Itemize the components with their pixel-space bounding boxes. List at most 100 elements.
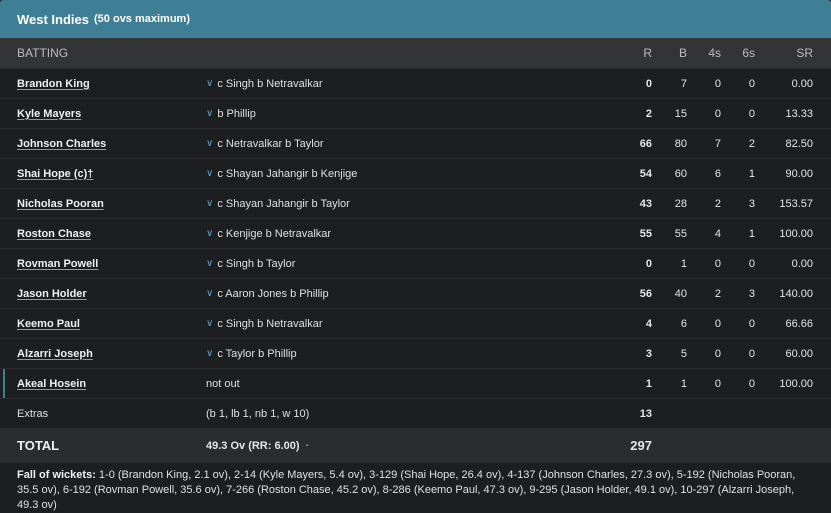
total-label: TOTAL	[17, 438, 60, 453]
batter-row: Johnson Charles ∨ c Netravalkar b Taylor 66…	[0, 128, 831, 158]
chevron-down-icon[interactable]: ∨	[206, 138, 213, 149]
chevron-down-icon[interactable]: ∨	[206, 258, 213, 269]
dismissal-toggle[interactable]: ∨ c Shayan Jahangir b Kenjige	[206, 168, 357, 180]
batter-name-link[interactable]: Alzarri Joseph	[17, 348, 93, 360]
dismissal-text: c Aaron Jones b Phillip	[217, 287, 329, 300]
total-overs: 49.3 Ov (RR: 6.00) ·	[206, 440, 309, 452]
extras-label: Extras	[17, 407, 49, 420]
runs: 56	[639, 287, 652, 300]
sixes: 3	[748, 287, 755, 300]
dismissal-toggle[interactable]: ∨ c Singh b Taylor	[206, 258, 295, 270]
chevron-down-icon[interactable]: ∨	[206, 198, 213, 209]
batter-row: Nicholas Pooran ∨ c Shayan Jahangir b Tayl…	[0, 188, 831, 218]
dismissal-toggle[interactable]: ∨ c Netravalkar b Taylor	[206, 138, 324, 150]
fall-of-wickets: Fall of wickets: 1-0 (Brandon King, 2.1 …	[0, 462, 831, 513]
dismissal-text: c Singh b Taylor	[217, 257, 296, 270]
batter-row: Roston Chase ∨ c Kenjige b Netravalkar 55 55…	[0, 218, 831, 248]
dismissal-text: c Singh b Netravalkar	[217, 77, 323, 90]
col-batting: BATTING	[17, 46, 69, 60]
batter-row: Alzarri Joseph ∨ c Taylor b Phillip 3 5 0 0 60.…	[0, 338, 831, 368]
dismissal-text: b Phillip	[217, 107, 256, 120]
runs: 66	[639, 137, 652, 150]
dismissal-toggle[interactable]: ∨ c Aaron Jones b Phillip	[206, 288, 329, 300]
strike-rate: 100.00	[779, 227, 813, 240]
dismissal-toggle[interactable]: ∨ c Shayan Jahangir b Taylor	[206, 198, 350, 210]
fow-text: 1-0 (Brandon King, 2.1 ov), 2-14 (Kyle M…	[17, 469, 796, 511]
sixes: 0	[748, 257, 755, 270]
chevron-down-icon[interactable]: ∨	[206, 288, 213, 299]
batter-name-link[interactable]: Jason Holder	[17, 288, 87, 300]
dismissal-toggle[interactable]: ∨ c Taylor b Phillip	[206, 348, 297, 360]
sixes: 0	[748, 77, 755, 90]
dismissal-text: c Taylor b Phillip	[217, 347, 297, 360]
sixes: 0	[748, 107, 755, 120]
batter-name-link[interactable]: Akeal Hosein	[17, 378, 86, 390]
batter-name-link[interactable]: Rovman Powell	[17, 258, 98, 270]
runs: 3	[645, 347, 652, 360]
batter-row: Brandon King ∨ c Singh b Netravalkar 0 7 0 0 0.…	[0, 68, 831, 98]
strike-rate: 60.00	[785, 347, 813, 360]
runs: 0	[645, 257, 652, 270]
scorecard-header[interactable]: West Indies (50 ovs maximum)	[0, 0, 831, 38]
fow-label: Fall of wickets:	[17, 469, 96, 481]
runs: 1	[645, 377, 652, 390]
dismissal-toggle[interactable]: ∨ b Phillip	[206, 108, 256, 120]
batter-row: Kyle Mayers ∨ b Phillip 2 15 0 0 13.33	[0, 98, 831, 128]
sixes: 3	[748, 197, 755, 210]
sixes: 0	[748, 377, 755, 390]
batter-name-link[interactable]: Johnson Charles	[17, 138, 106, 150]
total-row: TOTAL 49.3 Ov (RR: 6.00) · 297	[0, 428, 831, 462]
chevron-down-icon[interactable]: ∨	[206, 318, 213, 329]
dismissal-toggle[interactable]: ∨ c Singh b Netravalkar	[206, 78, 323, 90]
chevron-down-icon[interactable]: ∨	[206, 78, 213, 89]
strike-rate: 13.33	[785, 107, 813, 120]
dismissal-toggle[interactable]: ∨ c Kenjige b Netravalkar	[206, 228, 331, 240]
total-runs: 297	[630, 438, 652, 453]
dismissal-toggle: not out	[206, 378, 240, 390]
batter-name-link[interactable]: Kyle Mayers	[17, 108, 81, 120]
batter-row: Rovman Powell ∨ c Singh b Taylor 0 1 0 0 0.00	[0, 248, 831, 278]
batting-column-header: BATTING R B 4s 6s SR	[0, 38, 831, 68]
batter-name-link[interactable]: Roston Chase	[17, 228, 91, 240]
chevron-down-icon[interactable]: ∨	[206, 348, 213, 359]
batter-row: Akeal Hosein not out 1 1 0 0 100.00	[0, 368, 831, 398]
strike-rate: 100.00	[779, 377, 813, 390]
sixes: 1	[748, 227, 755, 240]
batter-name-link[interactable]: Brandon King	[17, 78, 90, 90]
chevron-down-icon[interactable]: ∨	[206, 168, 213, 179]
strike-rate: 66.66	[785, 317, 813, 330]
runs: 0	[645, 77, 652, 90]
total-overs-text: 49.3 Ov (RR: 6.00)	[206, 439, 300, 452]
team-name: West Indies	[17, 11, 90, 27]
col-strike-rate: SR	[796, 46, 813, 60]
runs: 2	[645, 107, 652, 120]
extras-runs: 13	[639, 407, 652, 420]
separator-dot: ·	[305, 439, 310, 452]
dismissal-text: not out	[206, 377, 240, 390]
strike-rate: 0.00	[791, 77, 813, 90]
sixes: 1	[748, 167, 755, 180]
dismissal-toggle[interactable]: ∨ c Singh b Netravalkar	[206, 318, 323, 330]
strike-rate: 153.57	[779, 197, 813, 210]
col-runs: R	[643, 46, 652, 60]
dismissal-text: c Shayan Jahangir b Kenjige	[217, 167, 358, 180]
batter-name-link[interactable]: Keemo Paul	[17, 318, 80, 330]
batter-name-link[interactable]: Shai Hope (c)†	[17, 168, 93, 180]
chevron-down-icon[interactable]: ∨	[206, 108, 213, 119]
strike-rate: 0.00	[791, 257, 813, 270]
runs: 55	[639, 227, 652, 240]
strike-rate: 140.00	[779, 287, 813, 300]
batter-name-link[interactable]: Nicholas Pooran	[17, 198, 104, 210]
dismissal-text: c Shayan Jahangir b Taylor	[217, 197, 350, 210]
sixes: 0	[748, 347, 755, 360]
batter-row: Keemo Paul ∨ c Singh b Netravalkar 4 6 0 0 66.6…	[0, 308, 831, 338]
runs: 54	[639, 167, 652, 180]
strike-rate: 82.50	[785, 137, 813, 150]
batter-row: Jason Holder ∨ c Aaron Jones b Phillip 56 40…	[0, 278, 831, 308]
batter-row: Shai Hope (c)† ∨ c Shayan Jahangir b Kenji…	[0, 158, 831, 188]
sixes: 0	[748, 317, 755, 330]
dismissal-text: c Singh b Netravalkar	[217, 317, 323, 330]
innings-overs-limit: (50 ovs maximum)	[94, 13, 190, 25]
chevron-down-icon[interactable]: ∨	[206, 228, 213, 239]
sixes: 2	[748, 137, 755, 150]
